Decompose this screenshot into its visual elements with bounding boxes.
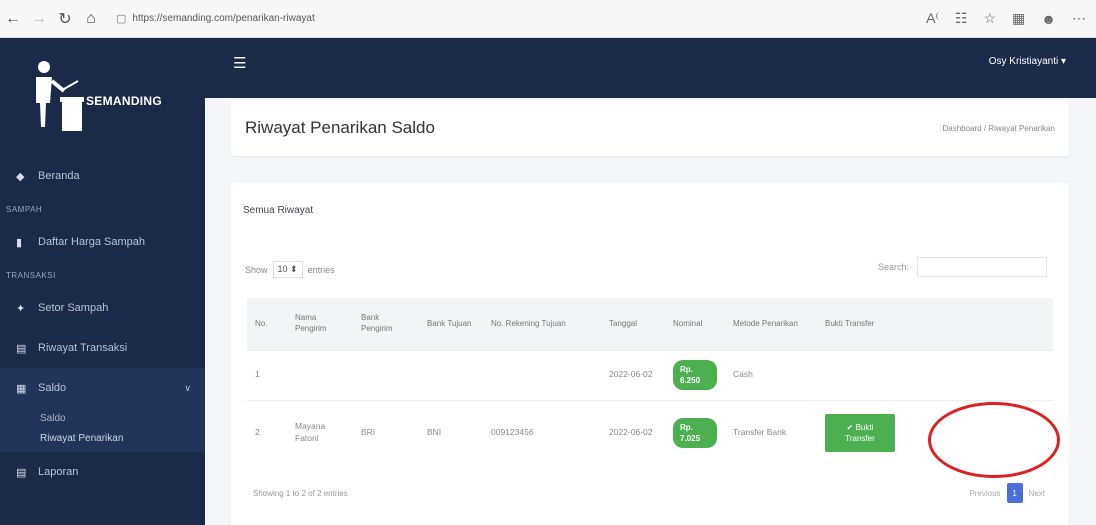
sidebar: SEMANDING ◆ Beranda SAMPAH ▮ Daftar Harg… xyxy=(0,38,205,525)
star-icon[interactable]: ☆ xyxy=(983,10,996,27)
report-icon: ▤ xyxy=(16,466,27,479)
table-header-row: No. Nama Pengirim Bank Pengirim Bank Tuj… xyxy=(247,298,1053,350)
entries-select[interactable]: 10 ⬍ xyxy=(272,261,303,278)
show-label: Show xyxy=(245,264,268,275)
page-header: Riwayat Penarikan Saldo Dashboard / Riwa… xyxy=(231,100,1069,156)
search-input[interactable] xyxy=(917,257,1047,277)
url-text: https://semanding.com/penarikan-riwayat xyxy=(132,13,315,24)
pagination-page[interactable]: 1 xyxy=(1006,483,1023,503)
favorites-icon[interactable]: ☷ xyxy=(955,10,968,27)
sidebar-subitem-saldo[interactable]: Saldo xyxy=(0,408,205,428)
home-icon: ◆ xyxy=(16,170,25,183)
chevron-down-icon: ∨ xyxy=(184,382,191,393)
collections-icon[interactable]: ▦ xyxy=(1012,10,1025,27)
user-menu[interactable]: Osy Kristiayanti ▾ xyxy=(989,56,1066,67)
riwayat-table: No. Nama Pengirim Bank Pengirim Bank Tuj… xyxy=(247,298,1053,466)
breadcrumb[interactable]: Dashboard / Riwayat Penarikan xyxy=(942,124,1055,133)
back-icon[interactable]: ← xyxy=(0,6,26,32)
cell-rekening xyxy=(483,349,601,400)
entries-label: entries xyxy=(307,264,335,275)
cell-nominal: Rp. 6.250 xyxy=(665,349,725,400)
nominal-badge: Rp. 7.025 xyxy=(673,418,717,449)
brand-name: SEMANDING xyxy=(86,94,163,108)
card-title: Semua Riwayat xyxy=(243,205,314,216)
address-bar[interactable]: ▢ https://semanding.com/penarikan-riwaya… xyxy=(116,6,756,32)
table-row: 2 Mayana Fatoni BRI BNI 009123456 2022-0… xyxy=(247,399,1053,466)
pagination-previous[interactable]: Previous xyxy=(969,489,1000,498)
sidebar-item-label: Beranda xyxy=(38,170,80,182)
table-row: 1 2022-06-02 Rp. 6.250 Cash xyxy=(247,349,1053,400)
sidebar-subitem-riwayat-penarikan[interactable]: Riwayat Penarikan xyxy=(0,428,205,448)
cell-bukti: ✔ Bukti Transfer xyxy=(817,399,1053,466)
sidebar-heading-sampah: SAMPAH xyxy=(6,204,43,214)
cell-bank-tujuan xyxy=(419,349,483,400)
pagination-next[interactable]: Next xyxy=(1029,489,1045,498)
sidebar-heading-transaksi: TRANSAKSI xyxy=(6,270,56,280)
sidebar-item-riwayat-transaksi[interactable]: ▤ Riwayat Transaksi xyxy=(0,328,205,368)
menu-toggle-icon[interactable]: ☰ xyxy=(233,54,246,72)
cell-nama xyxy=(287,349,353,400)
column-header-rekening[interactable]: No. Rekening Tujuan xyxy=(483,298,601,350)
logo-icon xyxy=(36,61,84,131)
sidebar-item-label: Riwayat Transaksi xyxy=(38,342,128,354)
sidebar-item-setor-sampah[interactable]: ✦ Setor Sampah xyxy=(0,288,205,328)
cell-nominal: Rp. 7.025 xyxy=(665,399,725,466)
more-icon[interactable]: ⋯ xyxy=(1072,10,1086,27)
cell-bank-pengirim: BRI xyxy=(353,399,419,466)
column-header-nominal[interactable]: Nominal xyxy=(665,298,725,350)
cell-metode: Transfer Bank xyxy=(725,399,817,466)
cell-no: 1 xyxy=(247,349,287,400)
show-entries: Show 10 ⬍ entries xyxy=(245,261,335,278)
cell-metode: Cash xyxy=(725,349,817,400)
cell-tanggal: 2022-06-02 xyxy=(601,399,665,466)
riwayat-card: Semua Riwayat Show 10 ⬍ entries Search: … xyxy=(231,183,1069,525)
sidebar-item-label: Setor Sampah xyxy=(38,302,109,314)
wallet-icon: ▦ xyxy=(16,382,27,395)
table-info: Showing 1 to 2 of 2 entries xyxy=(253,489,348,498)
cell-bank-pengirim xyxy=(353,349,419,400)
column-header-no[interactable]: No. xyxy=(247,298,287,350)
cell-bukti xyxy=(817,349,1053,400)
nominal-badge: Rp. 6.250 xyxy=(673,359,717,391)
browser-toolbar: ← → ↻ ⌂ ▢ https://semanding.com/penarika… xyxy=(0,0,1096,38)
column-header-bank-tujuan[interactable]: Bank Tujuan xyxy=(419,298,483,350)
sidebar-item-daftar-harga[interactable]: ▮ Daftar Harga Sampah xyxy=(0,222,205,262)
home-icon[interactable]: ⌂ xyxy=(78,6,104,32)
column-header-nama[interactable]: Nama Pengirim xyxy=(287,298,353,350)
cell-nama: Mayana Fatoni xyxy=(287,399,353,466)
refresh-icon[interactable]: ↻ xyxy=(52,6,78,32)
column-header-bukti[interactable]: Bukti Transfer xyxy=(817,298,1053,350)
deposit-icon: ✦ xyxy=(16,302,26,315)
sidebar-item-beranda[interactable]: ◆ Beranda xyxy=(0,156,205,196)
sidebar-item-label: Daftar Harga Sampah xyxy=(38,236,145,248)
column-header-metode[interactable]: Metode Penarikan xyxy=(725,298,817,350)
lock-icon: ▢ xyxy=(116,13,127,25)
cell-tanggal: 2022-06-02 xyxy=(601,349,665,400)
sidebar-item-laporan[interactable]: ▤ Laporan xyxy=(0,452,205,492)
column-header-bank-pengirim[interactable]: Bank Pengirim xyxy=(353,298,419,350)
sidebar-item-label: Laporan xyxy=(38,466,79,478)
brand[interactable]: SEMANDING xyxy=(0,38,205,156)
profile-icon[interactable]: ☻ xyxy=(1041,11,1056,27)
bukti-transfer-button[interactable]: ✔ Bukti Transfer xyxy=(825,414,895,453)
cell-no: 2 xyxy=(247,399,287,466)
receipt-icon: ▤ xyxy=(16,342,27,355)
search-label: Search: xyxy=(877,262,909,272)
sidebar-item-label: Saldo xyxy=(38,382,67,394)
column-header-tanggal[interactable]: Tanggal xyxy=(601,298,665,350)
cell-bank-tujuan: BNI xyxy=(419,399,483,466)
trash-icon: ▮ xyxy=(16,236,23,249)
search-box: Search: xyxy=(878,257,1047,277)
saldo-submenu: Saldo Riwayat Penarikan xyxy=(0,408,205,452)
page-title: Riwayat Penarikan Saldo xyxy=(245,118,435,137)
sidebar-item-saldo[interactable]: ▦ Saldo ∨ xyxy=(0,368,205,408)
cell-rekening: 009123456 xyxy=(483,399,601,466)
pagination: Previous 1 Next xyxy=(969,483,1045,503)
forward-icon[interactable]: → xyxy=(26,6,52,32)
topbar: ☰ Osy Kristiayanti ▾ xyxy=(205,38,1096,98)
read-aloud-icon[interactable]: A⁽ xyxy=(926,10,939,27)
